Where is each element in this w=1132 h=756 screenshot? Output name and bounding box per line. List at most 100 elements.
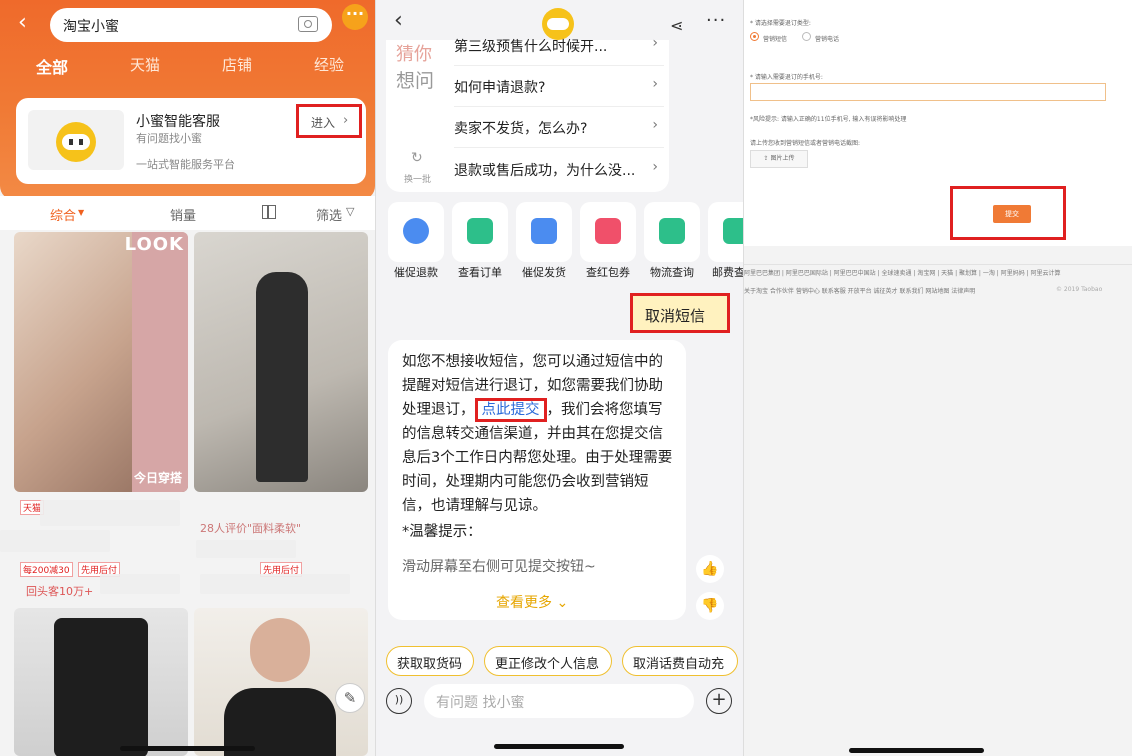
radio-marketing-call[interactable] [802, 32, 811, 41]
chevron-right-icon: › [652, 159, 658, 175]
chat-input-bar: )) 有问题 找小蜜 + [376, 680, 743, 726]
quick-action-shipping[interactable]: 催促发货 [516, 202, 572, 290]
product-review: 28人评价"面料柔软" [200, 522, 302, 535]
radio-label: 营销电话 [815, 36, 840, 43]
upload-icon: ⇪ [763, 155, 769, 162]
filter-icon: ▽ [346, 205, 355, 218]
refresh-icon[interactable]: ↻ [411, 150, 423, 166]
quick-action-label: 查看订单 [458, 266, 502, 279]
camera-icon[interactable] [298, 16, 318, 32]
chip-edit-info[interactable]: 更正修改个人信息 [484, 646, 612, 676]
coupon-icon [595, 218, 621, 244]
quick-action-orders[interactable]: 查看订单 [452, 202, 508, 290]
view-more-button[interactable]: 查看更多 ⌄ [496, 592, 568, 612]
quick-action-label: 邮费查 [712, 266, 743, 279]
home-indicator [494, 744, 624, 749]
quick-action-label: 催促发货 [522, 266, 566, 279]
tab-all[interactable]: 全部 [36, 54, 68, 78]
footer-links[interactable]: 阿里巴巴集团 | 阿里巴巴国际站 | 阿里巴巴中国站 | 全球速卖通 | 淘宝网… [744, 268, 1132, 277]
phone-input[interactable] [750, 83, 1106, 101]
product-card[interactable] [14, 608, 188, 756]
chevron-right-icon: › [343, 113, 349, 128]
submit-link[interactable]: 点此提交 [474, 398, 547, 422]
enter-shop-button[interactable]: 进入 › [296, 104, 362, 138]
quick-action-label: 催促退款 [394, 266, 438, 279]
submit-button[interactable]: 提交 [993, 205, 1031, 223]
message-text: 如您不想接收短信，您可以通过短信中的提醒对短信进行退订，如您需要我们协助处理退订… [402, 350, 674, 518]
faq-item[interactable]: 第三级预售什么时候开... › [454, 26, 664, 66]
back-icon[interactable]: ‹ [394, 8, 403, 33]
refresh-label[interactable]: 换一批 [404, 172, 431, 185]
sort-general[interactable]: 综合 [50, 205, 76, 224]
share-icon[interactable]: ⋖ [670, 16, 683, 35]
thumbs-up-icon[interactable]: 👍 [696, 555, 724, 583]
search-results-panel: ‹ 淘宝小蜜 ··· 全部 天猫 店铺 经验 小蜜智能客服 有问题找小蜜 一站式… [0, 0, 375, 756]
grid-view-icon[interactable] [262, 205, 276, 219]
risk-notice: *风险提示: 请输入正确的11位手机号, 输入有误将影响处理 [750, 116, 907, 123]
search-input[interactable]: 淘宝小蜜 [63, 16, 119, 36]
cancel-sms-bubble[interactable]: 取消短信 [630, 293, 730, 333]
home-indicator [120, 746, 255, 751]
quick-action-coupons[interactable]: 查红包券 [580, 202, 636, 290]
submit-highlight: 提交 [950, 186, 1066, 240]
sort-sales[interactable]: 销量 [170, 205, 196, 224]
chip-pickup-code[interactable]: 获取取货码 [386, 646, 474, 676]
tab-shops[interactable]: 店铺 [222, 54, 252, 75]
chevron-right-icon: › [652, 35, 658, 51]
phone-question: * 请输入需要退订的手机号: [750, 74, 823, 81]
product-figure [250, 618, 310, 682]
coupon-tag: 每200减30 [20, 562, 73, 577]
bee-mascot-icon [56, 122, 96, 162]
product-figure [54, 618, 148, 756]
chevron-right-icon: › [652, 117, 658, 133]
search-bar[interactable]: 淘宝小蜜 [50, 8, 332, 42]
faq-item[interactable]: 如何申请退款? › [454, 67, 664, 107]
quick-action-logistics[interactable]: 物流查询 [644, 202, 700, 290]
faq-item-label: 卖家不发货，怎么办? [454, 121, 588, 137]
quick-action-label: 查红包券 [586, 266, 630, 279]
blurred-text [196, 540, 296, 558]
blurred-text [200, 574, 350, 594]
bot-message: 如您不想接收短信，您可以通过短信中的提醒对短信进行退订，如您需要我们协助处理退订… [388, 340, 686, 620]
faq-item[interactable]: 退款或售后成功，为什么没... › [454, 150, 664, 190]
product-image-panel [132, 232, 188, 492]
edit-icon[interactable]: ✎ [335, 683, 365, 713]
input-placeholder: 有问题 找小蜜 [436, 695, 525, 711]
faq-item-label: 如何申请退款? [454, 80, 546, 96]
quick-action-refund[interactable]: 催促退款 [388, 202, 444, 290]
product-card[interactable] [194, 232, 368, 492]
blurred-text [40, 500, 180, 526]
chip-label: 取消话费自动充 [633, 657, 725, 672]
product-card[interactable] [194, 608, 368, 756]
more-icon[interactable]: ··· [706, 10, 726, 31]
footer-divider [744, 264, 1132, 265]
chat-panel: ‹ ⋖ ··· 猜你 想问 ↻ 换一批 第三级预售什么时候开... › 如何申请… [376, 0, 743, 756]
filter-button[interactable]: 筛选 [316, 205, 342, 224]
product-card[interactable]: LOOK 今日穿搭 [14, 232, 188, 492]
upload-button[interactable]: ⇪ 图片上传 [750, 150, 808, 168]
tab-tmall[interactable]: 天猫 [130, 54, 160, 75]
thumbs-down-icon[interactable]: 👎 [696, 592, 724, 620]
faq-item[interactable]: 卖家不发货，怎么办? › [454, 108, 664, 148]
radio-marketing-sms[interactable] [750, 32, 759, 41]
back-icon[interactable]: ‹ [18, 10, 27, 35]
product-figure [256, 272, 308, 482]
shop-subtitle: 有问题找小蜜 [136, 132, 202, 145]
shop-card[interactable]: 小蜜智能客服 有问题找小蜜 一站式智能服务平台 进入 › [16, 98, 366, 184]
upload-label: 图片上传 [770, 155, 795, 162]
voice-icon[interactable]: )) [386, 688, 412, 714]
plus-icon[interactable]: + [706, 688, 732, 714]
tab-experience[interactable]: 经验 [314, 54, 344, 75]
faq-card: 猜你 想问 ↻ 换一批 第三级预售什么时候开... › 如何申请退款? › 卖家… [386, 35, 669, 192]
chip-cancel-autotopup[interactable]: 取消话费自动充 [622, 646, 738, 676]
tip-body: 滑动屏幕至右侧可见提交按钮~ [402, 559, 596, 575]
more-icon[interactable]: ··· [342, 4, 368, 30]
shop-logo [28, 110, 124, 170]
chip-label: 更正修改个人信息 [495, 657, 600, 672]
chip-label: 获取取货码 [397, 657, 463, 672]
chevron-down-icon: ⌄ [556, 595, 569, 611]
quick-action-postage[interactable]: 邮费查 [708, 202, 743, 290]
copyright: © 2019 Taobao [1056, 286, 1103, 293]
view-more-label: 查看更多 [496, 595, 552, 611]
chat-input[interactable]: 有问题 找小蜜 [424, 684, 694, 718]
